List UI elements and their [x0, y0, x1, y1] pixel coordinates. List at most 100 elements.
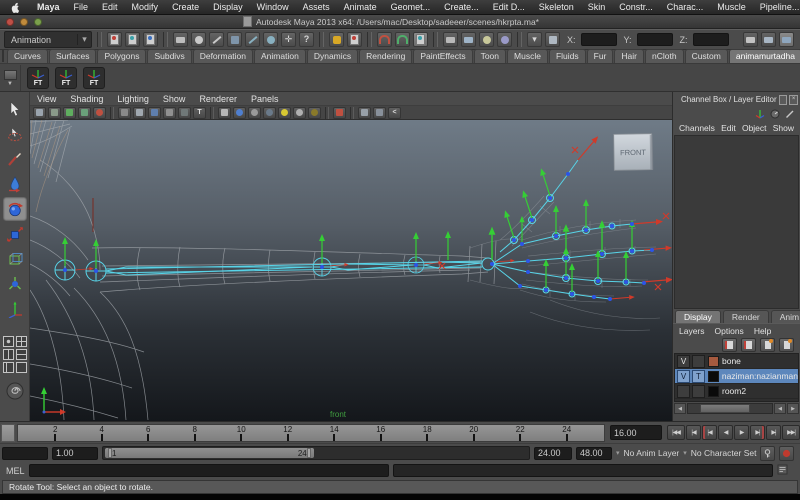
go-to-end-button[interactable]: ▶▶|: [782, 425, 800, 440]
menu-create[interactable]: Create: [165, 0, 206, 15]
universal-manipulator-button[interactable]: [3, 247, 27, 271]
layer-row-naziman[interactable]: V T naziman:nazianman: [675, 369, 798, 384]
layer-name[interactable]: bone: [722, 356, 741, 366]
shelf-tab-ncloth[interactable]: nCloth: [644, 49, 684, 63]
safe-title-icon[interactable]: T: [193, 106, 206, 119]
channels-menu[interactable]: Channels: [679, 123, 715, 133]
move-tool-button[interactable]: [3, 172, 27, 196]
close-panel-icon[interactable]: ×: [789, 94, 798, 105]
select-object-icon[interactable]: [191, 32, 206, 47]
panel-menu-renderer[interactable]: Renderer: [192, 94, 244, 104]
shelf-tab-custom[interactable]: Custom: [684, 49, 728, 63]
menu-create-deformers[interactable]: Create...: [437, 0, 486, 15]
hypergraph-shortcut[interactable]: [5, 381, 25, 403]
layout-single-pane-button[interactable]: [2, 336, 14, 347]
render-settings-icon[interactable]: [479, 32, 494, 47]
shelf-tab-deformation[interactable]: Deformation: [192, 49, 254, 63]
ipr-render-icon[interactable]: [461, 32, 476, 47]
create-layer-from-selected-icon[interactable]: [779, 338, 794, 352]
move-layer-down-icon[interactable]: [741, 338, 756, 352]
highlight-selection-icon[interactable]: [347, 32, 362, 47]
step-forward-key-button[interactable]: ▶|: [750, 425, 765, 440]
character-set-selector[interactable]: No Character Set: [691, 448, 757, 458]
go-to-start-button[interactable]: |◀◀: [667, 425, 685, 440]
render-view-icon[interactable]: [443, 32, 458, 47]
shelf-tab-handle[interactable]: [2, 50, 4, 62]
zoom-window-button[interactable]: [34, 17, 42, 26]
tool-settings-toggle-icon[interactable]: [761, 32, 776, 47]
panel-menu-view[interactable]: View: [30, 94, 63, 104]
scale-tool-button[interactable]: [3, 222, 27, 246]
menu-file[interactable]: File: [67, 0, 96, 15]
shaded-mode-icon[interactable]: [233, 106, 246, 119]
save-scene-icon[interactable]: [143, 32, 158, 47]
textured-mode-icon[interactable]: [248, 106, 261, 119]
shelf-tab-hair[interactable]: Hair: [614, 49, 644, 63]
wireframe-mode-icon[interactable]: [218, 106, 231, 119]
paint-select-tool-button[interactable]: [3, 147, 27, 171]
layer-type-checkbox[interactable]: T: [691, 369, 705, 383]
attribute-editor-toggle-icon[interactable]: [743, 32, 758, 47]
resolution-gate-icon[interactable]: [133, 106, 146, 119]
all-lights-icon[interactable]: [278, 106, 291, 119]
new-scene-icon[interactable]: [107, 32, 122, 47]
layout-two-pane-side-button[interactable]: [2, 349, 14, 360]
scroll-right-end-icon[interactable]: ▶: [787, 403, 799, 414]
status-collapser[interactable]: [97, 32, 102, 47]
menu-edit-deformers[interactable]: Edit D...: [486, 0, 532, 15]
x-input[interactable]: [580, 33, 617, 46]
default-lighting-icon[interactable]: [293, 106, 306, 119]
dock-panel-icon[interactable]: [778, 94, 788, 105]
viewport-scene-svg[interactable]: FRONT front: [29, 119, 674, 421]
shelf-tab-muscle[interactable]: Muscle: [507, 49, 548, 63]
layout-two-pane-stacked-button[interactable]: [15, 349, 27, 360]
menu-assets[interactable]: Assets: [296, 0, 337, 15]
menu-animate[interactable]: Animate: [337, 0, 384, 15]
select-component-icon[interactable]: [209, 32, 224, 47]
open-scene-icon[interactable]: [125, 32, 140, 47]
field-chart-icon[interactable]: [163, 106, 176, 119]
quick-help-icon[interactable]: ?: [299, 32, 314, 47]
scroll-left-icon[interactable]: ◀: [674, 403, 686, 414]
layer-row-bone[interactable]: V bone: [675, 354, 798, 369]
menu-skeleton[interactable]: Skeleton: [532, 0, 581, 15]
layer-type-checkbox[interactable]: [692, 354, 705, 368]
gate-mask-icon[interactable]: [148, 106, 161, 119]
mel-label[interactable]: MEL: [6, 466, 25, 476]
scrollbar-thumb[interactable]: [700, 404, 750, 413]
menu-display[interactable]: Display: [206, 0, 250, 15]
bookmarks-icon[interactable]: [63, 106, 76, 119]
shelf-tab-subdivs[interactable]: Subdivs: [147, 49, 192, 63]
playback-end-input[interactable]: [534, 446, 572, 460]
shelf-dropdown-icon[interactable]: ▼: [7, 81, 13, 87]
show-manipulator-tool-button[interactable]: [3, 297, 27, 321]
menu-character[interactable]: Charac...: [660, 0, 711, 15]
character-set-dropdown-icon[interactable]: ▾: [683, 449, 687, 457]
status-collapser[interactable]: [163, 32, 168, 47]
input-line-options-icon[interactable]: ▾: [527, 32, 542, 47]
snap-plane-icon[interactable]: ✛: [281, 32, 296, 47]
shelf-item-ft-1[interactable]: FT: [27, 66, 49, 89]
status-collapser[interactable]: [433, 32, 438, 47]
shelf-tab-surfaces[interactable]: Surfaces: [48, 49, 97, 63]
layer-name[interactable]: room2: [722, 386, 746, 396]
move-layer-up-icon[interactable]: [722, 338, 737, 352]
menu-pipeline[interactable]: Pipeline...: [753, 0, 800, 15]
play-backwards-button[interactable]: ◀: [718, 425, 733, 440]
layout-outliner-persp-button[interactable]: [2, 362, 14, 373]
shelf-tab-dynamics[interactable]: Dynamics: [306, 49, 359, 63]
scroll-left-end-icon[interactable]: ◀: [774, 403, 786, 414]
animation-start-input[interactable]: [2, 446, 48, 460]
apple-menu-icon[interactable]: [10, 1, 21, 14]
minimize-window-button[interactable]: [20, 17, 28, 26]
use-default-material-icon[interactable]: [263, 106, 276, 119]
layer-name[interactable]: naziman:nazianman: [722, 371, 798, 381]
xray-icon[interactable]: [358, 106, 371, 119]
absolute-transform-icon[interactable]: [545, 32, 560, 47]
snap-grid-icon[interactable]: [227, 32, 242, 47]
isolate-select-icon[interactable]: [333, 106, 346, 119]
object-menu[interactable]: Object: [742, 123, 767, 133]
current-frame-input[interactable]: [610, 425, 662, 440]
shelf-item-ft-3[interactable]: FT: [83, 66, 105, 89]
snap-magnet-icon[interactable]: [377, 32, 392, 47]
